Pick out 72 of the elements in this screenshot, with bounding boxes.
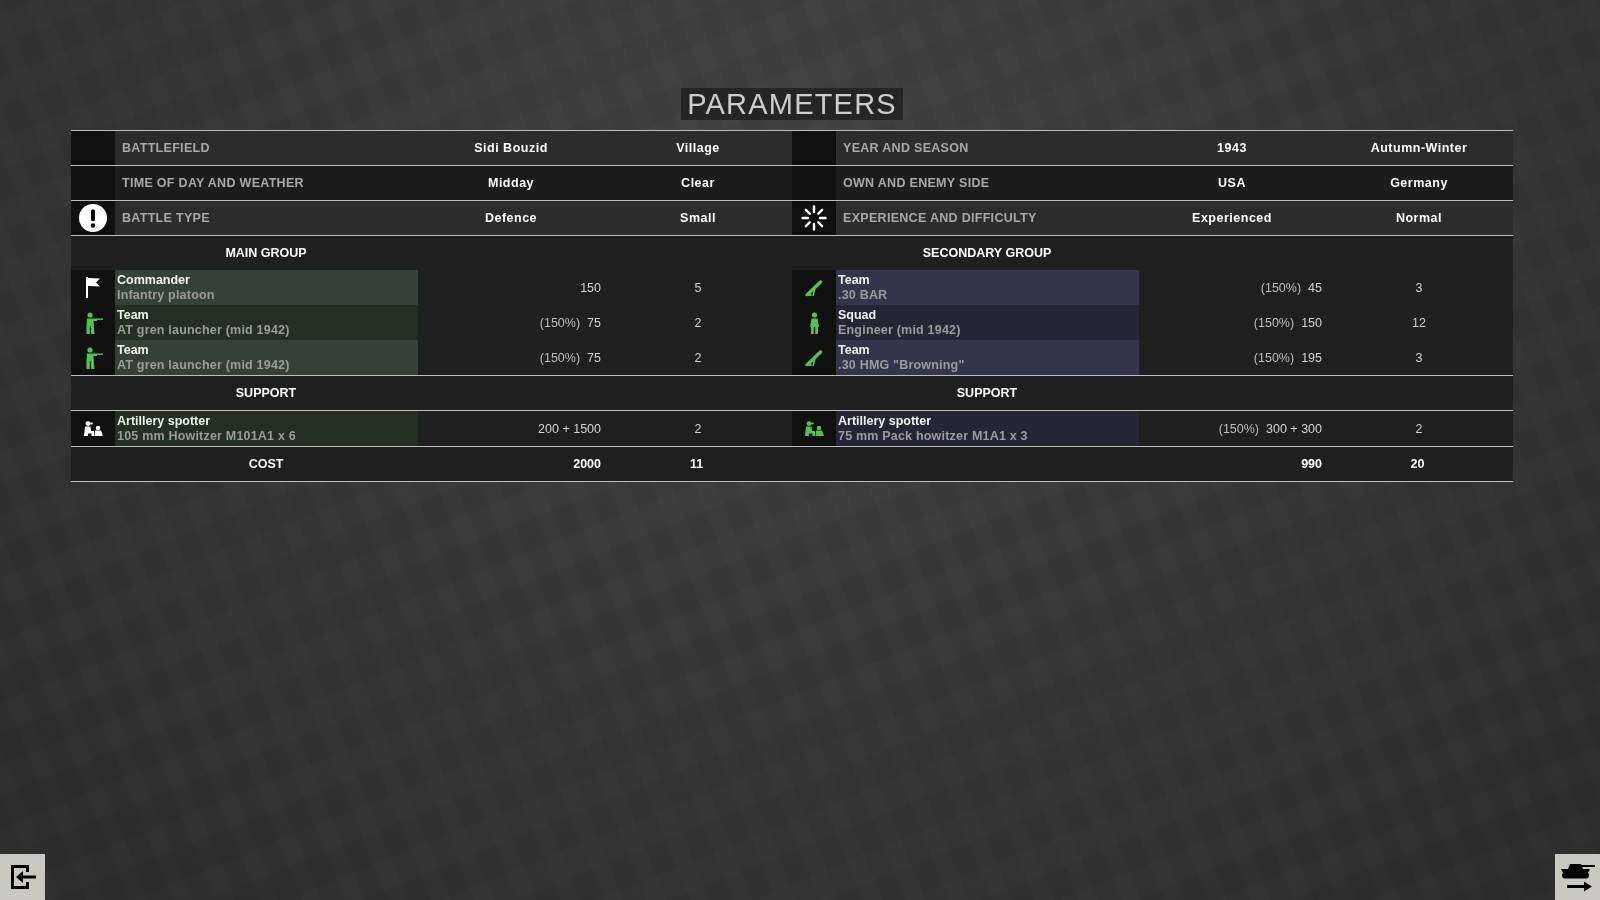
cost-modifier: (150%)	[1260, 280, 1302, 295]
icon-cell	[71, 131, 115, 165]
spinner-icon	[801, 205, 827, 231]
unit-type: Infantry platoon	[117, 287, 215, 303]
parameter-label: YEAR AND SEASON	[843, 141, 969, 155]
unit-cost: 45	[1308, 280, 1322, 295]
cost-modifier: (150%)	[1253, 350, 1295, 365]
unit-count: 5	[694, 280, 702, 295]
unit-count: 2	[694, 350, 702, 365]
icon-cell	[792, 131, 836, 165]
unit-count: 2	[694, 315, 702, 330]
unit-cost: 150	[580, 280, 601, 295]
unit-name: Team	[117, 342, 149, 358]
parameter-value: Normal	[1395, 211, 1443, 225]
unit-count: 3	[1415, 280, 1423, 295]
parameter-value: Midday	[487, 176, 535, 190]
parameter-label: TIME OF DAY AND WEATHER	[122, 176, 304, 190]
unit-name: Team	[117, 307, 149, 323]
unit-name: Squad	[838, 307, 877, 323]
parameter-value: Autumn-Winter	[1370, 141, 1468, 155]
exclamation-icon	[79, 204, 107, 232]
unit-name: Artillery spotter	[117, 413, 211, 429]
unit-type: .30 BAR	[838, 287, 888, 303]
unit-cost: 75	[587, 350, 601, 365]
parameter-value: 1943	[1217, 141, 1247, 155]
parameter-label: BATTLEFIELD	[122, 141, 210, 155]
unit-type: .30 HMG "Browning"	[838, 357, 965, 373]
cost-modifier: (150%)	[1218, 421, 1260, 436]
unit-name: Commander	[117, 272, 190, 288]
parameter-label: EXPERIENCE AND DIFFICULTY	[843, 211, 1037, 225]
unit-cost: 195	[1301, 350, 1322, 365]
cost-modifier: (150%)	[1253, 315, 1295, 330]
group-heading: SECONDARY GROUP	[922, 246, 1052, 260]
unit-cost: 150	[1301, 315, 1322, 330]
unit-name: Team	[838, 272, 870, 288]
unit-type: AT gren launcher (mid 1942)	[117, 357, 290, 373]
section-heading: SUPPORT	[956, 386, 1018, 400]
unit-type: Engineer (mid 1942)	[838, 322, 961, 338]
total-count: 11	[689, 457, 704, 471]
unit-type: AT gren launcher (mid 1942)	[117, 322, 290, 338]
parameter-label: OWN AND ENEMY SIDE	[843, 176, 990, 190]
total-cost: 2000	[573, 457, 601, 471]
parameter-value: Germany	[1390, 176, 1448, 190]
screen-title: PARAMETERS	[681, 88, 903, 120]
unit-cost: 300 + 300	[1266, 421, 1322, 436]
group-heading: MAIN GROUP	[225, 246, 307, 260]
unit-cost: 75	[587, 315, 601, 330]
parameter-value: Village	[676, 141, 720, 155]
unit-count: 2	[694, 421, 702, 436]
unit-count: 12	[1412, 315, 1426, 330]
parameter-value: Defence	[484, 211, 538, 225]
cost-label: COST	[248, 457, 284, 471]
unit-type: 105 mm Howitzer M101A1 x 6	[117, 428, 296, 444]
cost-modifier: (150%)	[539, 315, 581, 330]
total-cost: 990	[1301, 457, 1322, 471]
unit-count: 3	[1415, 350, 1423, 365]
unit-count: 2	[1415, 421, 1423, 436]
parameter-value: Clear	[681, 176, 715, 190]
next-button[interactable]	[1555, 854, 1600, 900]
parameter-value: Sidi Bouzid	[474, 141, 548, 155]
parameter-value: Experienced	[1192, 211, 1272, 225]
unit-type: 75 mm Pack howitzer M1A1 x 3	[838, 428, 1028, 444]
parameter-label: BATTLE TYPE	[122, 211, 210, 225]
cost-modifier: (150%)	[539, 350, 581, 365]
unit-name: Team	[838, 342, 870, 358]
exit-button[interactable]	[0, 854, 45, 900]
parameter-value: Small	[680, 211, 716, 225]
section-heading: SUPPORT	[235, 386, 297, 400]
total-count: 20	[1410, 457, 1425, 471]
unit-name: Artillery spotter	[838, 413, 932, 429]
unit-cost: 200 + 1500	[538, 421, 601, 436]
parameter-value: USA	[1218, 176, 1246, 190]
